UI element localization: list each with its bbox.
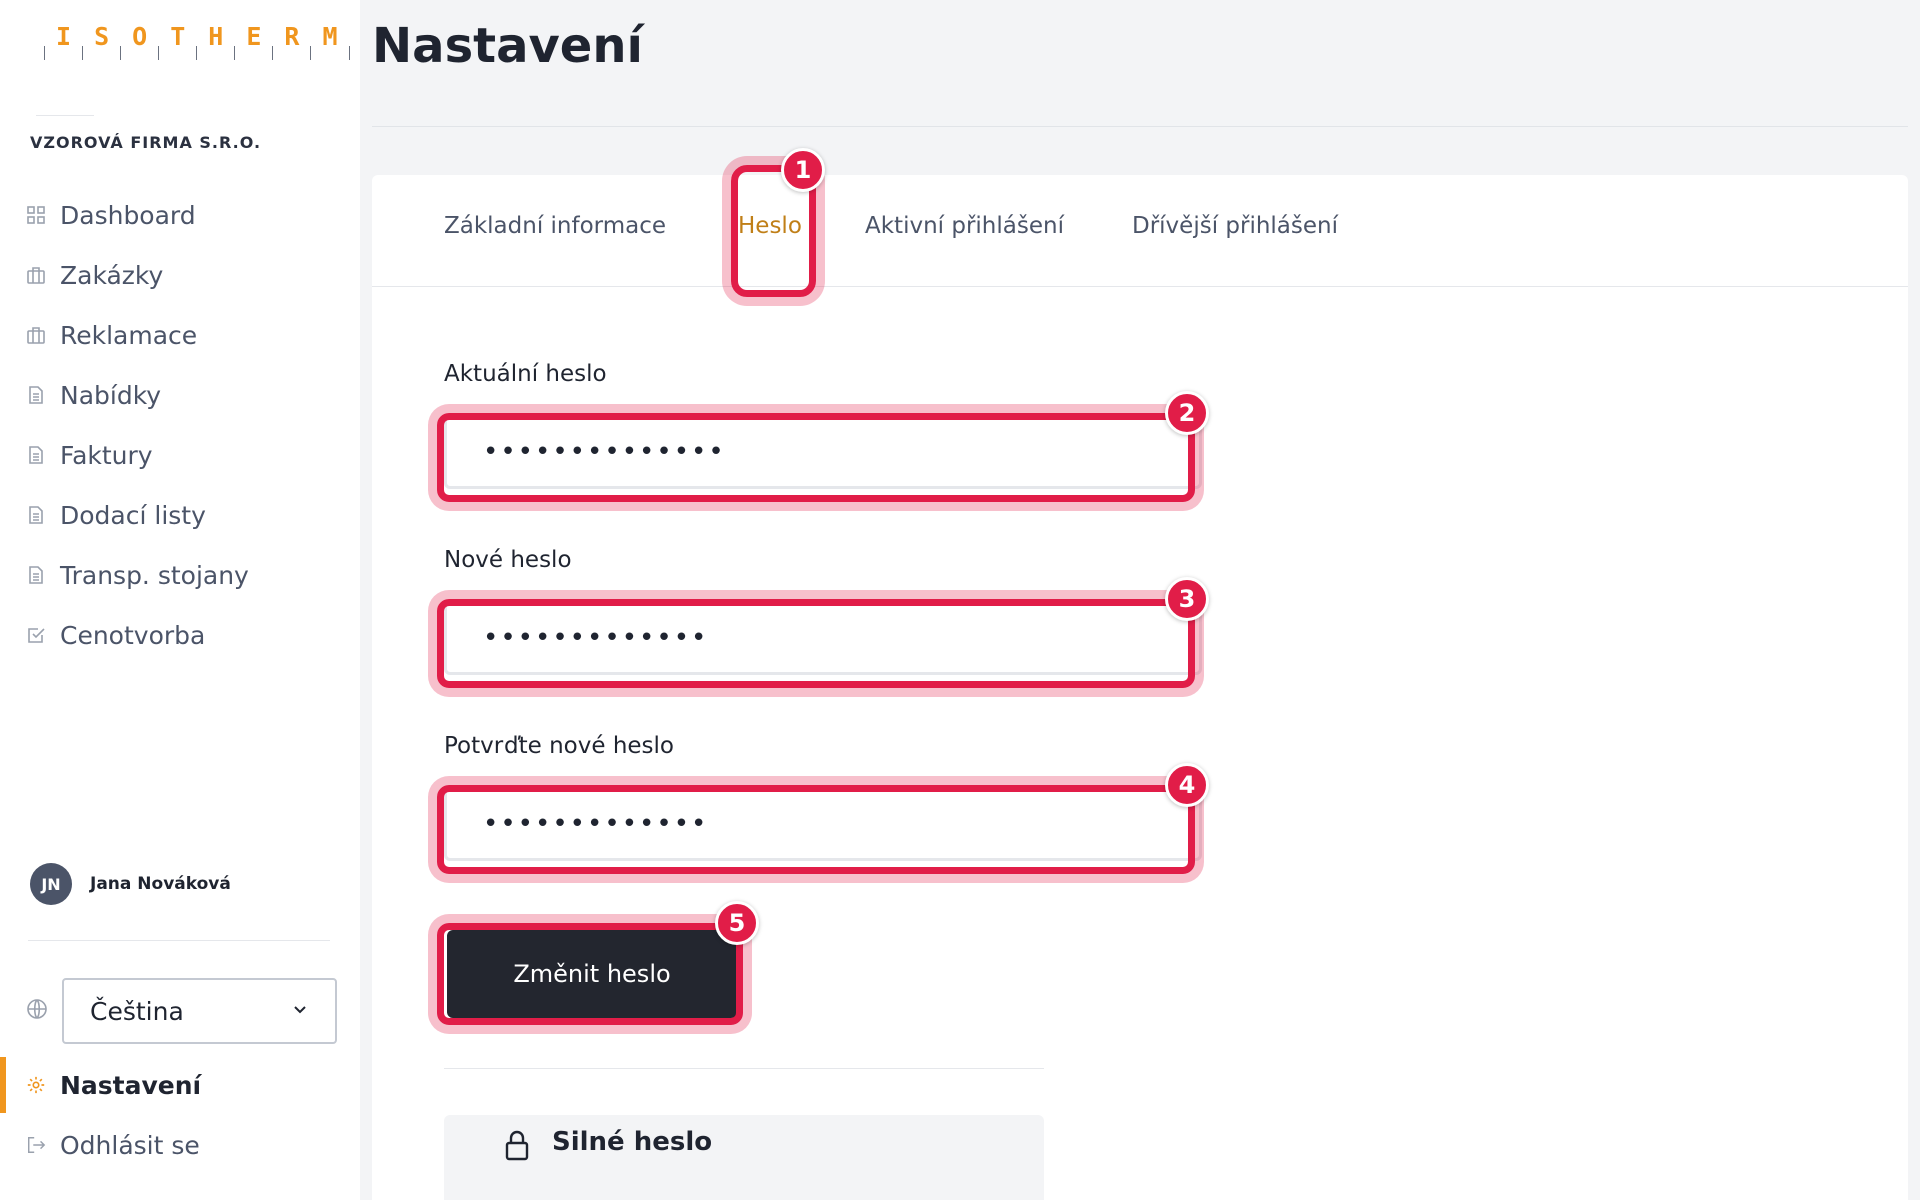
new-password-input[interactable]: •••••••••••••: [444, 601, 1202, 675]
sidebar-item-zakazky[interactable]: Zakázky: [0, 245, 360, 305]
sidebar-item-label: Zakázky: [60, 260, 164, 290]
globe-icon: [26, 998, 48, 1024]
sidebar-nav: Dashboard Zakázky Reklamace Nabídky Fakt…: [0, 185, 360, 665]
avatar: JN: [30, 863, 72, 905]
sidebar-item-dodaci-listy[interactable]: Dodací listy: [0, 485, 360, 545]
logo-letter: S: [94, 22, 110, 51]
current-password-label: Aktuální heslo: [444, 361, 607, 387]
chevron-down-icon: [291, 1000, 309, 1022]
tab-previous-logins[interactable]: Dřívější přihlášení: [1132, 213, 1338, 239]
logo-divider: [348, 46, 350, 60]
divider: [444, 1068, 1044, 1069]
annotation-badge: 1: [781, 148, 825, 192]
tab-basic-info[interactable]: Základní informace: [444, 213, 666, 239]
briefcase-icon: [26, 265, 46, 285]
grid-icon: [26, 205, 46, 225]
sidebar-item-reklamace[interactable]: Reklamace: [0, 305, 360, 365]
new-password-label: Nové heslo: [444, 547, 572, 573]
user-profile[interactable]: JN Jana Nováková: [30, 863, 231, 905]
sidebar-item-faktury[interactable]: Faktury: [0, 425, 360, 485]
annotation-badge: 5: [715, 901, 759, 945]
logo-letter: I: [56, 22, 72, 51]
strong-password-title: Silné heslo: [552, 1127, 713, 1157]
settings-card: Základní informace Heslo Aktivní přihláš…: [372, 175, 1908, 1200]
sidebar-item-nabidky[interactable]: Nabídky: [0, 365, 360, 425]
company-name: VZOROVÁ FIRMA S.R.O.: [30, 133, 262, 152]
logo-divider: [120, 46, 122, 60]
logo-letter: M: [322, 22, 338, 51]
sidebar-item-label: Dodací listy: [60, 500, 206, 530]
annotation-badge: 4: [1165, 763, 1209, 807]
tab-active-logins[interactable]: Aktivní přihlášení: [865, 213, 1064, 239]
logo-divider: [158, 46, 160, 60]
lock-icon: [500, 1127, 534, 1161]
sidebar-item-label: Reklamace: [60, 320, 198, 350]
sidebar-item-label: Nastavení: [60, 1070, 202, 1100]
document-icon: [26, 565, 46, 585]
tab-password[interactable]: Heslo: [738, 213, 802, 239]
logo-divider: [234, 46, 236, 60]
annotation-badge: 3: [1165, 577, 1209, 621]
gear-icon: [26, 1075, 46, 1095]
language-select-value: Čeština: [90, 996, 184, 1026]
logo-letter: H: [208, 22, 224, 51]
sidebar-item-transp-stojany[interactable]: Transp. stojany: [0, 545, 360, 605]
document-icon: [26, 505, 46, 525]
logo-divider: [44, 46, 45, 60]
sidebar-item-dashboard[interactable]: Dashboard: [0, 185, 360, 245]
isotherm-logo[interactable]: I S O T H E R M: [44, 20, 361, 64]
sidebar-item-label: Odhlásit se: [60, 1130, 200, 1160]
sidebar-item-logout[interactable]: Odhlásit se: [0, 1115, 360, 1175]
language-select[interactable]: Čeština: [62, 978, 337, 1044]
sidebar-item-label: Transp. stojany: [60, 560, 249, 590]
sidebar-item-cenotvorba[interactable]: Cenotvorba: [0, 605, 360, 665]
language-row: Čeština: [26, 978, 337, 1044]
sidebar-item-label: Dashboard: [60, 200, 196, 230]
confirm-password-label: Potvrďte nové heslo: [444, 733, 674, 759]
sidebar-item-label: Faktury: [60, 440, 153, 470]
logout-icon: [26, 1135, 46, 1155]
sidebar-bottom-nav: Nastavení Odhlásit se: [0, 1055, 360, 1175]
sidebar: I S O T H E R M VZOROVÁ FIRMA S.R.O. Das…: [0, 0, 360, 1200]
logo-divider-line: [36, 115, 94, 116]
document-icon: [26, 385, 46, 405]
sidebar-item-settings[interactable]: Nastavení: [0, 1055, 360, 1115]
sidebar-item-label: Cenotvorba: [60, 620, 206, 650]
logo-letter: R: [284, 22, 300, 51]
logo-letter: T: [170, 22, 186, 51]
annotation-badge: 2: [1165, 391, 1209, 435]
logo-divider: [272, 46, 274, 60]
logo-divider: [82, 46, 84, 60]
tab-bar: Základní informace Heslo Aktivní přihláš…: [372, 175, 1908, 287]
change-password-button[interactable]: Změnit heslo: [447, 930, 737, 1018]
checkbox-icon: [26, 625, 46, 645]
divider: [372, 126, 1908, 127]
divider: [28, 940, 330, 941]
user-name: Jana Nováková: [90, 874, 231, 894]
document-icon: [26, 445, 46, 465]
logo-letter: E: [246, 22, 262, 51]
sidebar-item-label: Nabídky: [60, 380, 162, 410]
page-title: Nastavení: [372, 18, 643, 74]
strong-password-box: Silné heslo: [444, 1115, 1044, 1200]
logo-letter: O: [132, 22, 148, 51]
logo-divider: [196, 46, 198, 60]
confirm-password-input[interactable]: •••••••••••••: [444, 787, 1202, 861]
briefcase-icon: [26, 325, 46, 345]
current-password-input[interactable]: ••••••••••••••: [444, 415, 1202, 489]
logo-divider: [310, 46, 312, 60]
